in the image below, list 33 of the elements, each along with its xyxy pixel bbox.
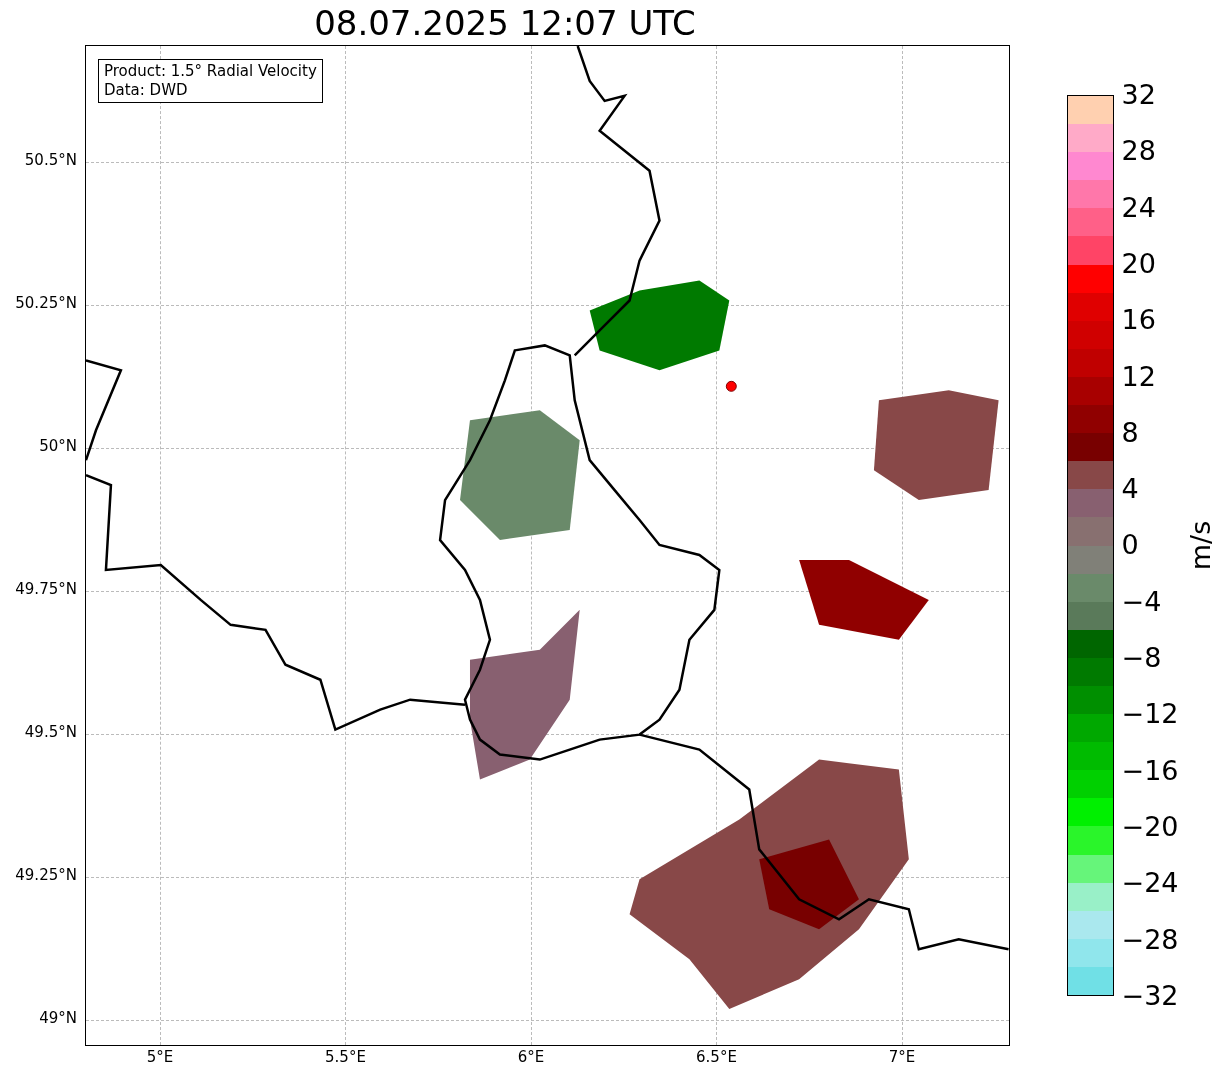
longitude-tick-label: 5.5°E [325,1050,366,1065]
colorbar-tick-label: 0 [1121,531,1139,559]
colorbar-tick-label: 20 [1121,249,1156,277]
colorbar-tick-label: −16 [1121,756,1179,784]
latitude-tick-label: 49.75°N [15,582,77,597]
latitude-tick-label: 49.5°N [24,725,77,740]
colorbar-tick-label: −20 [1121,812,1179,840]
colorbar-tick-label: −12 [1121,700,1179,728]
colorbar-tick-label: 8 [1121,418,1139,446]
colorbar-tick-label: 32 [1121,81,1156,108]
colorbar-tick-label: −24 [1121,869,1179,897]
legend-text: Product: 1.5° Radial Velocity [103,62,317,81]
colorbar-tick-label: 16 [1121,306,1156,334]
latitude-tick-label: 49.25°N [15,868,77,883]
longitude-tick-label: 7°E [888,1050,916,1065]
colorbar-tick-label: 24 [1121,193,1156,221]
latitude-tick-label: 49°N [39,1011,77,1026]
latitude-tick-label: 50.5°N [24,153,77,168]
colorbar-tick-label: −32 [1121,981,1179,1009]
colorbar-tick-label: −8 [1121,644,1162,671]
latitude-tick-label: 50°N [39,439,77,454]
longitude-tick-label: 5°E [146,1050,174,1065]
legend-text: Data: DWD [103,81,189,100]
latitude-tick-label: 50.25°N [15,296,77,311]
chart-title: 08.07.2025 12:07 UTC [314,5,696,40]
longitude-tick-label: 6.5°E [696,1050,737,1065]
colorbar-tick-label: −28 [1121,925,1179,953]
colorbar-tick-label: 12 [1121,362,1156,390]
colorbar-tick-label: 4 [1121,475,1139,503]
colorbar-tick-label: −4 [1121,587,1162,615]
colorbar-label: m/s [1186,520,1214,571]
colorbar-tick-label: 28 [1121,137,1156,165]
longitude-tick-label: 6°E [517,1050,545,1065]
